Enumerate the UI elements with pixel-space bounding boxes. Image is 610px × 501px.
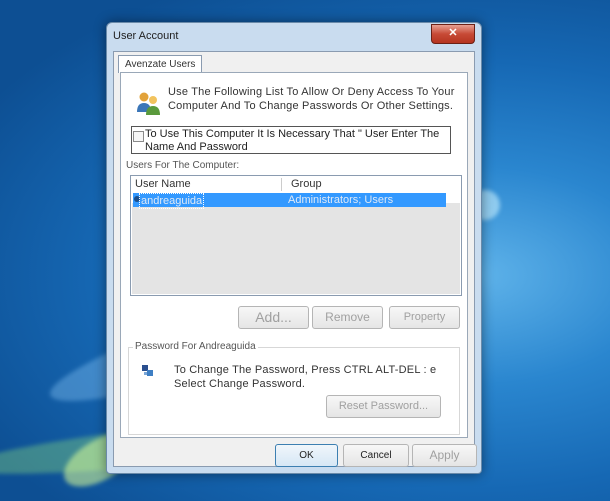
- require-password-checkbox[interactable]: [133, 131, 144, 142]
- intro-text: Use The Following List To Allow Or Deny …: [168, 86, 455, 112]
- title-bar[interactable]: User Account ✕: [107, 23, 481, 49]
- remove-button[interactable]: Remove: [312, 306, 383, 329]
- dialog-body: Avenzate Users Use The Following List To…: [113, 51, 477, 467]
- properties-button[interactable]: Property: [389, 306, 460, 329]
- key-icon: [142, 365, 153, 376]
- ok-button[interactable]: OK: [275, 444, 338, 467]
- users-group-label: Users For The Computer:: [126, 160, 240, 171]
- tab-advanced-users[interactable]: Avenzate Users: [118, 55, 203, 73]
- column-separator[interactable]: [281, 178, 282, 191]
- window-title: User Account: [113, 30, 179, 42]
- table-row[interactable]: andreaguida Administrators; Users: [133, 193, 446, 209]
- apply-button[interactable]: Apply: [412, 444, 477, 467]
- require-password-label: To Use This Computer It Is Necessary Tha…: [145, 128, 440, 153]
- password-group: Password For Andreaguida To Change The P…: [128, 341, 460, 435]
- require-password-option[interactable]: To Use This Computer It Is Necessary Tha…: [131, 126, 451, 154]
- users-list[interactable]: User Name Group andreaguida Administrato…: [130, 175, 462, 296]
- user-accounts-window: User Account ✕ Avenzate Users Use The Fo…: [106, 22, 482, 474]
- column-header-user-name[interactable]: User Name: [135, 178, 191, 190]
- add-button[interactable]: Add...: [238, 306, 309, 329]
- reset-password-button[interactable]: Reset Password...: [326, 395, 441, 418]
- column-header-group[interactable]: Group: [291, 178, 322, 190]
- close-button[interactable]: ✕: [431, 24, 475, 44]
- cancel-button[interactable]: Cancel: [343, 444, 409, 467]
- close-icon: ✕: [448, 27, 458, 39]
- tab-panel: Use The Following List To Allow Or Deny …: [120, 72, 468, 438]
- user-group-cell: Administrators; Users: [288, 194, 394, 206]
- user-name-cell: andreaguida: [139, 193, 205, 209]
- password-instructions: To Change The Password, Press CTRL ALT-D…: [174, 364, 437, 390]
- password-group-legend: Password For Andreaguida: [133, 341, 258, 352]
- list-empty-area: [132, 203, 460, 294]
- users-icon: [137, 92, 160, 115]
